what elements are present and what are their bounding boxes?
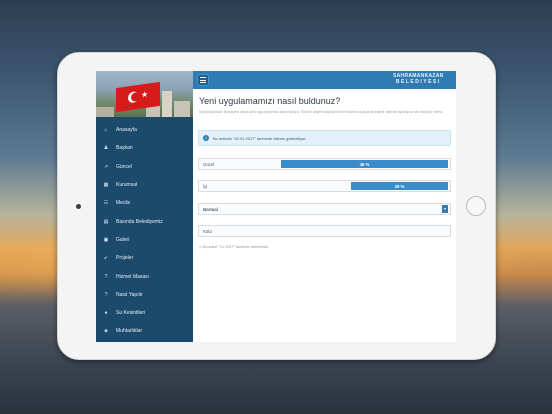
- chevron-down-icon[interactable]: ▾: [442, 205, 448, 213]
- help-icon: ?: [104, 273, 108, 280]
- brand-logo: SAHRAMANKAZAN BELEDIYESI: [393, 73, 444, 85]
- rocket-icon: ➹: [103, 255, 109, 262]
- sidebar-item-label: Su Kesintileri: [116, 310, 146, 317]
- menu-toggle-button[interactable]: [197, 74, 209, 86]
- building-icon: ▦: [103, 182, 109, 189]
- water-drop-icon: ●: [104, 310, 108, 317]
- sidebar-item-nasıl-yapılır[interactable]: ? Nasıl Yapılır: [96, 286, 193, 304]
- top-bar: SAHRAMANKAZAN BELEDIYESI: [193, 71, 456, 89]
- option-guzel[interactable]: Güzel 46 %: [198, 158, 451, 170]
- image-icon: ▣: [103, 236, 109, 243]
- info-icon: i: [203, 135, 209, 141]
- info-alert: i Bu anketin "30.01.2017" tarihinde biti…: [198, 130, 451, 146]
- survey-description: Sahramankazan Belediyesi olarak yeni uyg…: [199, 110, 444, 114]
- sidebar-item-label: Kurumsal: [116, 182, 138, 189]
- sidebar-item-label: Nasıl Yapılır: [116, 291, 143, 298]
- survey-title: Yeni uygulamamızı nasıl buldunuz?: [199, 96, 341, 106]
- sidebar-item-meclis[interactable]: ☷ Meclis: [96, 194, 193, 212]
- sidebar-item-label: Güncel: [116, 163, 132, 170]
- option-percent-bar: 46 %: [281, 160, 448, 168]
- home-icon: ⌂: [104, 127, 108, 134]
- option-label: Kötü: [203, 229, 212, 234]
- home-button[interactable]: [466, 196, 486, 216]
- sidebar-item-başkan[interactable]: ♟ Başkan: [96, 139, 193, 157]
- sidebar-item-label: Hizmet Masası: [116, 273, 150, 280]
- sidebar-item-label: Galeri: [116, 236, 130, 243]
- survey-content: Yeni uygulamamızı nasıl buldunuz? Sahram…: [193, 89, 456, 342]
- sidebar-item-galeri[interactable]: ▣ Galeri: [96, 231, 193, 249]
- sidebar-item-güncel[interactable]: ↗ Güncel: [96, 158, 193, 176]
- option-percent: 28 %: [394, 184, 405, 189]
- sidebar-item-label: Projeler: [116, 255, 134, 262]
- sidebar: ★ ⌂ Anasayfa ♟ Başkan ↗ Güncel ▦ Kurumsal ☷ Mecli…: [96, 71, 193, 342]
- sidebar-item-su-kesintileri[interactable]: ● Su Kesintileri: [96, 304, 193, 322]
- option-label: Güzel: [203, 162, 215, 167]
- user-icon: ♟: [103, 145, 109, 152]
- sidebar-item-hizmet-masası[interactable]: ? Hizmet Masası: [96, 267, 193, 285]
- app-screen: ★ ⌂ Anasayfa ♟ Başkan ↗ Güncel ▦ Kurumsal ☷ Mecli…: [96, 71, 456, 342]
- option-iyi[interactable]: İyi 28 %: [198, 180, 451, 192]
- option-kotu[interactable]: Kötü: [198, 225, 451, 237]
- brand-line-2: BELEDIYESI: [395, 79, 441, 85]
- option-percent-bar: 28 %: [351, 182, 448, 190]
- city-banner-image: ★: [96, 71, 193, 117]
- sidebar-item-label: Muhtarlıklar: [116, 328, 143, 335]
- question-icon: ?: [104, 291, 108, 298]
- sidebar-item-label: Başkan: [116, 145, 133, 152]
- survey-footer: ◷ Bu anket "3.2.2017" tarihinde eklenmiş…: [199, 245, 269, 249]
- sidebar-item-muhtarlıklar[interactable]: ◈ Muhtarlıklar: [96, 322, 193, 340]
- option-label: İyi: [203, 184, 208, 189]
- users-icon: ☷: [103, 200, 109, 207]
- option-percent: 46 %: [359, 162, 370, 167]
- clock-icon: ◷: [199, 245, 203, 249]
- tablet-camera: [76, 204, 81, 209]
- footer-text: Bu anket "3.2.2017" tarihinde eklenmişti…: [203, 245, 269, 249]
- sidebar-item-basında-belediyemiz[interactable]: ▤ Basında Belediyemiz: [96, 212, 193, 230]
- trend-icon: ↗: [103, 163, 109, 170]
- sidebar-item-label: Anasayfa: [116, 127, 137, 134]
- newspaper-icon: ▤: [103, 218, 109, 225]
- sidebar-item-label: Meclis: [116, 200, 131, 207]
- sidebar-item-anasayfa[interactable]: ⌂ Anasayfa: [96, 121, 193, 139]
- info-text: Bu anketin "30.01.2017" tarihinde bitimi…: [213, 135, 307, 141]
- sidebar-item-label: Basında Belediyemiz: [116, 218, 163, 225]
- shield-icon: ◈: [104, 328, 108, 335]
- sidebar-item-kurumsal[interactable]: ▦ Kurumsal: [96, 176, 193, 194]
- option-normal[interactable]: Normal ▾: [198, 203, 451, 215]
- sidebar-item-projeler[interactable]: ➹ Projeler: [96, 249, 193, 267]
- sidebar-menu: ⌂ Anasayfa ♟ Başkan ↗ Güncel ▦ Kurumsal ☷ Meclis ▤…: [96, 121, 193, 341]
- option-label: Normal: [203, 207, 218, 212]
